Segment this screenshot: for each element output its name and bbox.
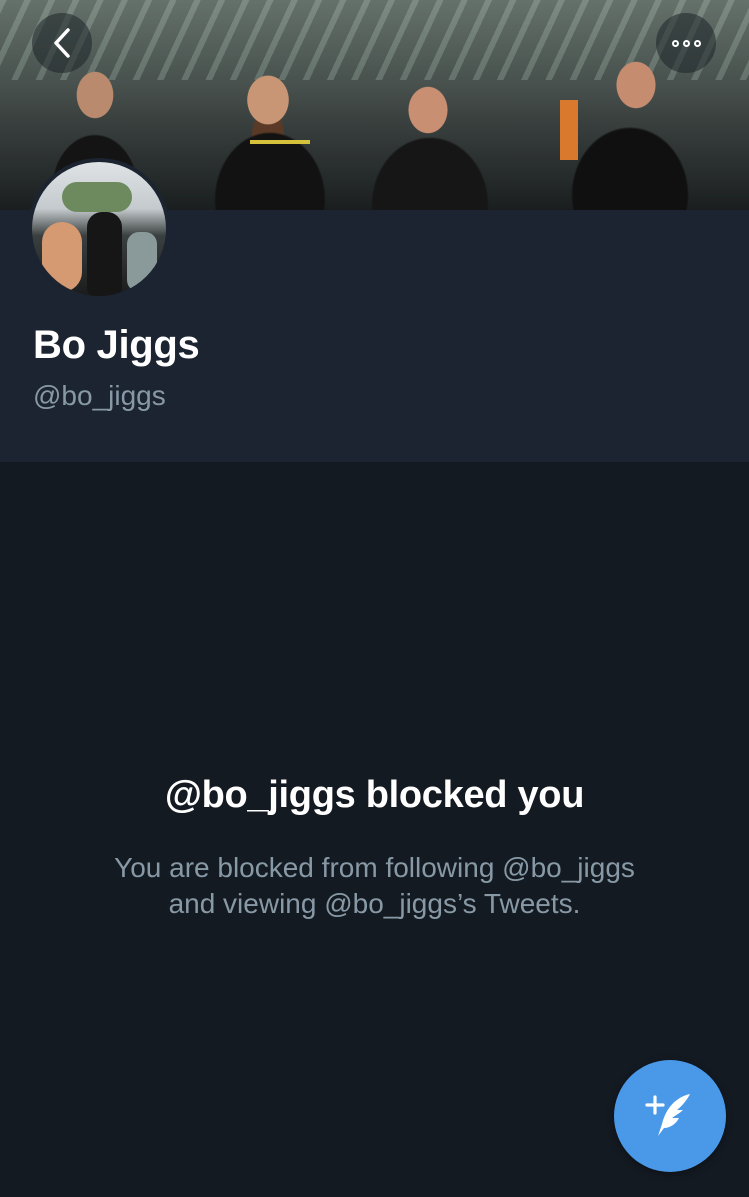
blocked-description-line-2: and viewing @bo_jiggs’s Tweets.	[168, 888, 581, 919]
back-button[interactable]	[32, 13, 92, 73]
blocked-description-line-1: You are blocked from following @bo_jiggs	[114, 852, 635, 883]
blocked-description: You are blocked from following @bo_jiggs…	[80, 850, 669, 922]
avatar-image	[32, 162, 166, 296]
profile-handle: @bo_jiggs	[33, 380, 166, 411]
avatar[interactable]	[28, 158, 170, 300]
compose-tweet-button[interactable]	[614, 1060, 726, 1172]
banner-orange-detail	[560, 100, 578, 160]
more-horizontal-icon	[671, 39, 701, 47]
compose-tweet-icon	[645, 1094, 690, 1136]
chevron-left-icon	[54, 28, 70, 58]
profile-display-name: Bo Jiggs	[33, 323, 200, 367]
profile-screen: Bo Jiggs @bo_jiggs @bo_jiggs blocked you…	[0, 0, 749, 1197]
more-options-button[interactable]	[656, 13, 716, 73]
banner-yellow-detail	[250, 140, 310, 144]
blocked-title: @bo_jiggs blocked you	[164, 774, 585, 816]
